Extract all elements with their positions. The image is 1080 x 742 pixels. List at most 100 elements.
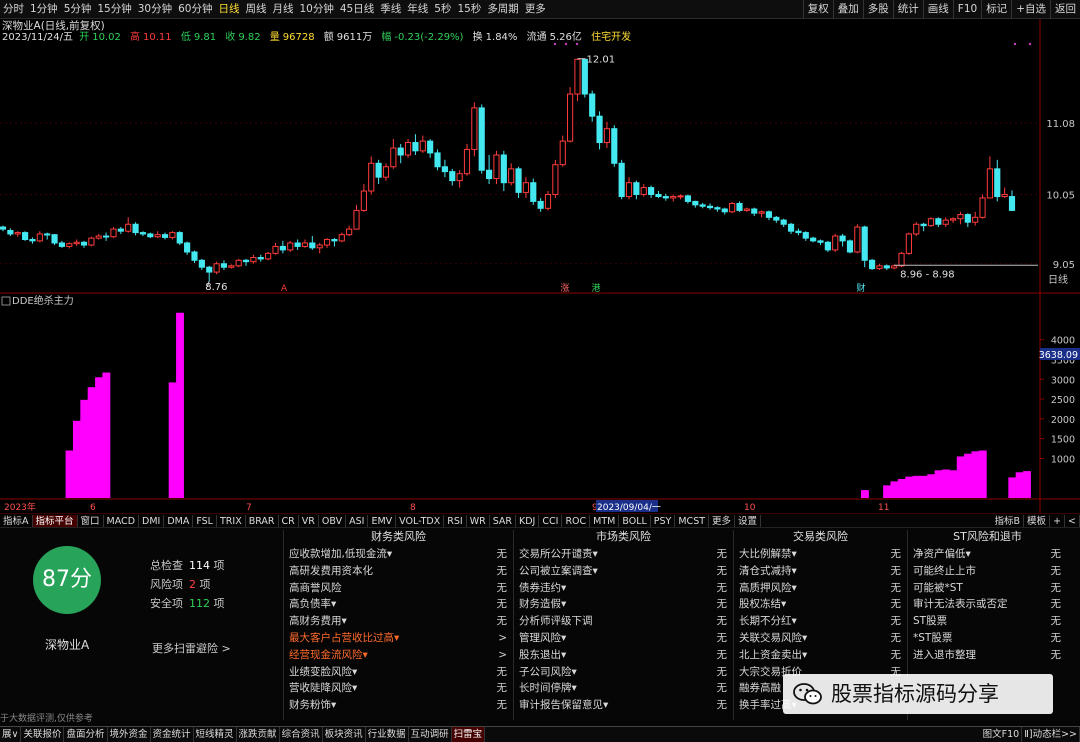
- risk-score-badge: 87分: [33, 546, 101, 614]
- risk-item[interactable]: *ST股票 无: [908, 630, 1067, 647]
- candle-body: [294, 242, 301, 247]
- risk-item-label: 清仓式减持▾: [739, 564, 797, 577]
- candle-body: [316, 244, 323, 249]
- candle-body: [486, 169, 493, 180]
- bottom-tab-0[interactable]: 展∨: [0, 727, 22, 742]
- risk-item-value: 无: [1050, 581, 1062, 594]
- risk-item[interactable]: 可能终止上市 无: [908, 563, 1067, 580]
- risk-item-value: 无: [496, 699, 508, 712]
- candle-body: [382, 166, 390, 178]
- candle-body: [530, 182, 537, 202]
- candle-body: [662, 196, 669, 199]
- bottom-tab-11[interactable]: 扫雷宝: [451, 727, 486, 742]
- risk-item[interactable]: 经营现金流风险▾ >: [284, 647, 513, 664]
- bottom-tab-2[interactable]: 盘面分析: [64, 727, 108, 742]
- bottom-right-1[interactable]: Ⅱ]动态栏>>: [1022, 727, 1080, 742]
- kline-chart[interactable]: 11.08 10.05 9.05 12.01 8.76 8.96 - 8.98 A 涨 港 财 日线…: [0, 0, 1080, 513]
- sub-indicator-checkbox: [1, 296, 11, 306]
- risk-item[interactable]: 子公司风险▾ 无: [514, 664, 733, 681]
- risk-item[interactable]: 高商誉风险 无: [284, 580, 513, 597]
- candle-body: [920, 223, 927, 227]
- bottom-tab-4[interactable]: 资金统计: [151, 727, 194, 742]
- risk-item[interactable]: 大比例解禁▾ 无: [734, 546, 907, 563]
- watermark-banner: 股票指标源码分享: [783, 674, 1053, 714]
- risk-item[interactable]: 业绩变脸风险▾ 无: [284, 664, 513, 681]
- candle-body: [544, 193, 552, 209]
- risk-item[interactable]: 财务粉饰▾ 无: [284, 697, 513, 714]
- candle-body: [787, 223, 795, 232]
- risk-item[interactable]: 股东退出▾ 无: [514, 647, 733, 664]
- candle-body: [913, 223, 920, 235]
- signal-dot: [1013, 42, 1017, 46]
- risk-item[interactable]: 股权冻结▾ 无: [734, 596, 907, 613]
- risk-item[interactable]: 营收陡降风险▾ 无: [284, 680, 513, 697]
- dde-bar: [1015, 472, 1024, 498]
- risk-item[interactable]: ST股票 无: [908, 613, 1067, 630]
- bottom-tab-6[interactable]: 涨跌贡献: [237, 727, 280, 742]
- risk-stock-name: 深物业A: [45, 638, 90, 652]
- risk-item[interactable]: 管理风险▾ 无: [514, 630, 733, 647]
- candle-body: [692, 200, 699, 206]
- bottom-tab-7[interactable]: 综合资讯: [280, 727, 323, 742]
- candle-body: [876, 265, 883, 270]
- risk-item[interactable]: 最大客户占营收比过高▾ >: [284, 630, 513, 647]
- risk-item[interactable]: 高负债率▾ 无: [284, 596, 513, 613]
- bottom-tab-10[interactable]: 互动调研: [409, 727, 452, 742]
- risk-item[interactable]: 可能被*ST 无: [908, 580, 1067, 597]
- candle-body: [810, 237, 817, 242]
- risk-item-label: 股东退出▾: [519, 648, 567, 661]
- risk-item[interactable]: 高研发费用资本化 无: [284, 563, 513, 580]
- candle-body: [257, 257, 264, 260]
- risk-item[interactable]: 清仓式减持▾ 无: [734, 563, 907, 580]
- risk-item-label: 最大客户占营收比过高▾: [289, 631, 400, 644]
- risk-item-value: 无: [496, 581, 508, 594]
- candle-body: [419, 140, 426, 152]
- risk-item[interactable]: 债券违约▾ 无: [514, 580, 733, 597]
- candle-body: [854, 226, 861, 253]
- candle-body: [699, 204, 706, 207]
- more-scan-link[interactable]: 更多扫雷避险 >: [152, 640, 231, 656]
- risk-item-label: 交易所公开谴责▾: [519, 548, 598, 560]
- risk-item[interactable]: 财务造假▾ 无: [514, 596, 733, 613]
- risk-item[interactable]: 应收款增加,低现金流▾ 无: [284, 546, 513, 563]
- risk-item-value: 无: [890, 581, 902, 594]
- risk-item[interactable]: 长时间停牌▾ 无: [514, 680, 733, 697]
- risk-item-value: 无: [496, 548, 508, 560]
- dde-bar: [861, 490, 869, 498]
- bottom-tab-5[interactable]: 短线精灵: [194, 727, 237, 742]
- bottom-tab-9[interactable]: 行业数据: [366, 727, 409, 742]
- candle-body: [154, 234, 161, 238]
- risk-item[interactable]: 分析师评级下调 无: [514, 613, 733, 630]
- risk-item[interactable]: 长期不分红▾ 无: [734, 613, 907, 630]
- candle-body: [493, 154, 500, 180]
- low-label: 8.76: [205, 282, 227, 293]
- candle-body: [736, 202, 743, 211]
- risk-item[interactable]: 关联交易风险▾ 无: [734, 630, 907, 647]
- risk-item[interactable]: 高财务费用▾ 无: [284, 613, 513, 630]
- risk-item[interactable]: 进入退市整理 无: [908, 647, 1067, 664]
- bottom-tabbar: 展∨ 关联报价 盘面分析 境外资金 资金统计 短线精灵 涨跌贡献 综合资讯 板块资讯 行业数据 互动…: [0, 726, 1080, 742]
- bottom-right-0[interactable]: 图文F10: [981, 727, 1023, 742]
- bottom-tab-8[interactable]: 板块资讯: [323, 727, 366, 742]
- candle-body: [721, 208, 728, 213]
- candle-body: [184, 242, 191, 253]
- risk-item-value: 无: [496, 598, 508, 611]
- high-label: 12.01: [586, 55, 615, 66]
- dde-bar: [176, 312, 184, 498]
- risk-item[interactable]: 高质押风险▾ 无: [734, 580, 907, 597]
- risk-item[interactable]: 审计报告保留意见▾ 无: [514, 697, 733, 714]
- risk-item[interactable]: 北上资金卖出▾ 无: [734, 647, 907, 664]
- period-label: 日线: [1048, 273, 1068, 286]
- risk-item[interactable]: 公司被立案调查▾ 无: [514, 563, 733, 580]
- candle-body: [743, 208, 750, 211]
- bottom-tab-1[interactable]: 关联报价: [21, 727, 65, 742]
- risk-item[interactable]: 交易所公开谴责▾ 无: [514, 546, 733, 563]
- risk-item[interactable]: 净资产偏低▾ 无: [908, 546, 1067, 563]
- candle-body: [1008, 196, 1016, 211]
- sub-y-tick: 4000: [1051, 336, 1075, 347]
- risk-item-label: 应收款增加,低现金流▾: [289, 548, 393, 560]
- bottom-tab-3[interactable]: 境外资金: [108, 727, 151, 742]
- risk-item-label: 关联交易风险▾: [739, 631, 808, 644]
- candle-body: [220, 263, 228, 268]
- risk-item[interactable]: 审计无法表示或否定 无: [908, 596, 1067, 613]
